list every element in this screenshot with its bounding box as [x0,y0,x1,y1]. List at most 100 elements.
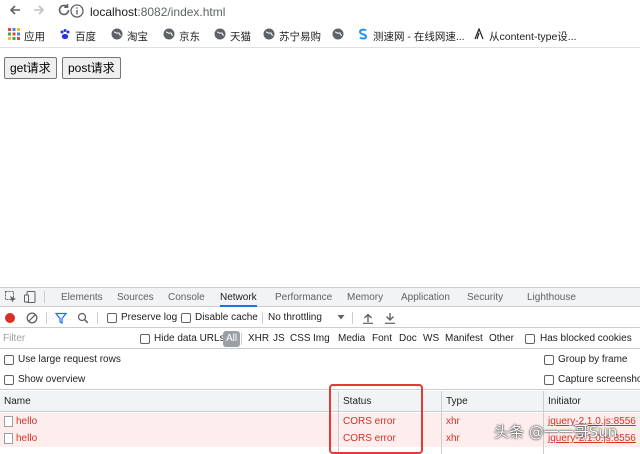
type-filter-doc[interactable]: Doc [396,331,420,347]
type-filter-font[interactable]: Font [369,331,395,347]
bookmark-label: 淘宝 [127,31,148,43]
get-request-button[interactable]: get请求 [4,57,57,79]
bookmark-label: 百度 [75,31,96,43]
show-overview-checkbox[interactable] [4,375,14,385]
export-har-icon[interactable] [384,312,396,324]
type-filter-all[interactable]: All [223,331,241,347]
bookmark-suning[interactable]: 苏宁易购 [263,28,321,46]
status-column-highlight [329,384,423,454]
chevron-down-icon[interactable] [337,308,345,328]
column-divider[interactable] [441,391,442,454]
network-toolbar: Preserve log Disable cache No throttling [0,308,640,328]
capture-screenshots-checkbox[interactable] [544,375,554,385]
type-filter-other[interactable]: Other [486,331,517,347]
filter-bar: Filter Hide data URLs All XHR JS CSS Img… [0,329,640,349]
bookmark-apps[interactable]: 应用 [8,28,45,46]
bookmark-content-type[interactable]: 从content-type设... [473,27,577,46]
forward-icon[interactable] [30,3,48,21]
file-icon [4,416,13,427]
globe-icon [332,28,344,46]
tab-console[interactable]: Console [168,288,205,307]
globe-icon [214,28,226,46]
tab-sources[interactable]: Sources [117,288,154,307]
import-har-icon[interactable] [362,312,374,324]
address-bar[interactable]: localhost:8082/index.html [90,2,225,22]
bookmark-baidu[interactable]: 百度 [59,28,96,46]
globe-icon [111,28,123,46]
bookmark-tmall[interactable]: 天猫 [214,28,251,46]
tab-security[interactable]: Security [467,288,503,307]
type-filter-img[interactable]: Img [310,331,333,347]
settings-row-1: Use large request rows Group by frame [0,350,640,370]
request-name: hello [16,416,38,427]
back-icon[interactable] [6,3,24,21]
disable-cache-label: Disable cache [195,312,258,323]
divider [262,312,263,324]
filter-funnel-icon[interactable] [54,312,68,324]
bookmark-untitled[interactable] [332,28,348,46]
baidu-paw-icon [59,28,71,46]
column-type[interactable]: Type [442,391,468,412]
has-blocked-cookies-checkbox[interactable] [525,334,535,344]
record-icon[interactable] [4,312,16,324]
globe-icon [163,28,175,46]
large-rows-checkbox[interactable] [4,355,14,365]
bookmark-favicon-icon [473,27,485,46]
type-filter-ws[interactable]: WS [420,331,442,347]
type-filter-js[interactable]: JS [270,331,288,347]
tab-application[interactable]: Application [401,288,450,307]
speedtest-s-icon [357,28,369,46]
watermark: 头条 @一一哥Sun [494,423,618,441]
tab-performance[interactable]: Performance [275,288,332,307]
column-name[interactable]: Name [0,391,31,412]
divider [97,312,98,324]
post-request-button[interactable]: post请求 [62,57,121,79]
browser-toolbar: localhost:8082/index.html [0,0,640,24]
large-rows-label: Use large request rows [18,354,121,365]
hide-data-urls-label: Hide data URLs [154,333,225,344]
tab-lighthouse[interactable]: Lighthouse [527,288,576,307]
bookmark-taobao[interactable]: 淘宝 [111,28,148,46]
devtools-tabbar: Elements Sources Console Network Perform… [0,287,640,307]
request-type: xhr [446,433,460,444]
bookmark-label: 京东 [179,31,200,43]
url-path: :8082/index.html [137,5,226,19]
device-toolbar-icon[interactable] [24,291,36,303]
column-initiator[interactable]: Initiator [544,391,581,412]
throttling-select[interactable]: No throttling [268,308,322,328]
divider [352,312,353,324]
tab-elements[interactable]: Elements [61,288,103,307]
inspect-element-icon[interactable] [5,291,17,303]
divider [46,312,47,324]
bookmark-speedtest[interactable]: 测速网 - 在线网速... [357,28,465,46]
capture-screenshots-label: Capture screenshots [558,374,640,385]
tab-memory[interactable]: Memory [347,288,383,307]
info-icon[interactable] [70,4,84,18]
bookmark-label: 苏宁易购 [279,31,321,43]
type-filter-xhr[interactable]: XHR [245,331,272,347]
file-icon [4,433,13,444]
bookmarks-bar: 应用 百度 淘宝 京东 天猫 苏宁易购 测速网 - 在线网速... 从conte… [0,26,640,48]
has-blocked-cookies-label: Has blocked cookies [540,333,632,344]
bookmark-label: 测速网 - 在线网速... [373,31,465,43]
apps-grid-icon [8,28,20,46]
group-by-frame-label: Group by frame [558,354,628,365]
type-filter-media[interactable]: Media [335,331,368,347]
preserve-log-checkbox[interactable] [107,313,117,323]
filter-input[interactable]: Filter [2,331,130,347]
divider [44,291,45,303]
group-by-frame-checkbox[interactable] [544,355,554,365]
search-icon[interactable] [77,312,89,324]
tab-network[interactable]: Network [220,288,257,307]
bookmark-label: 天猫 [230,31,251,43]
clear-icon[interactable] [26,312,38,324]
type-filter-manifest[interactable]: Manifest [442,331,486,347]
bookmark-label: 应用 [24,31,45,43]
hide-data-urls-checkbox[interactable] [140,334,150,344]
divider [241,333,242,345]
bookmark-jd[interactable]: 京东 [163,28,200,46]
disable-cache-checkbox[interactable] [181,313,191,323]
bookmark-label: 从content-type设... [489,31,577,43]
requests-table-header: Name Status Type Initiator [0,391,640,412]
globe-icon [263,28,275,46]
